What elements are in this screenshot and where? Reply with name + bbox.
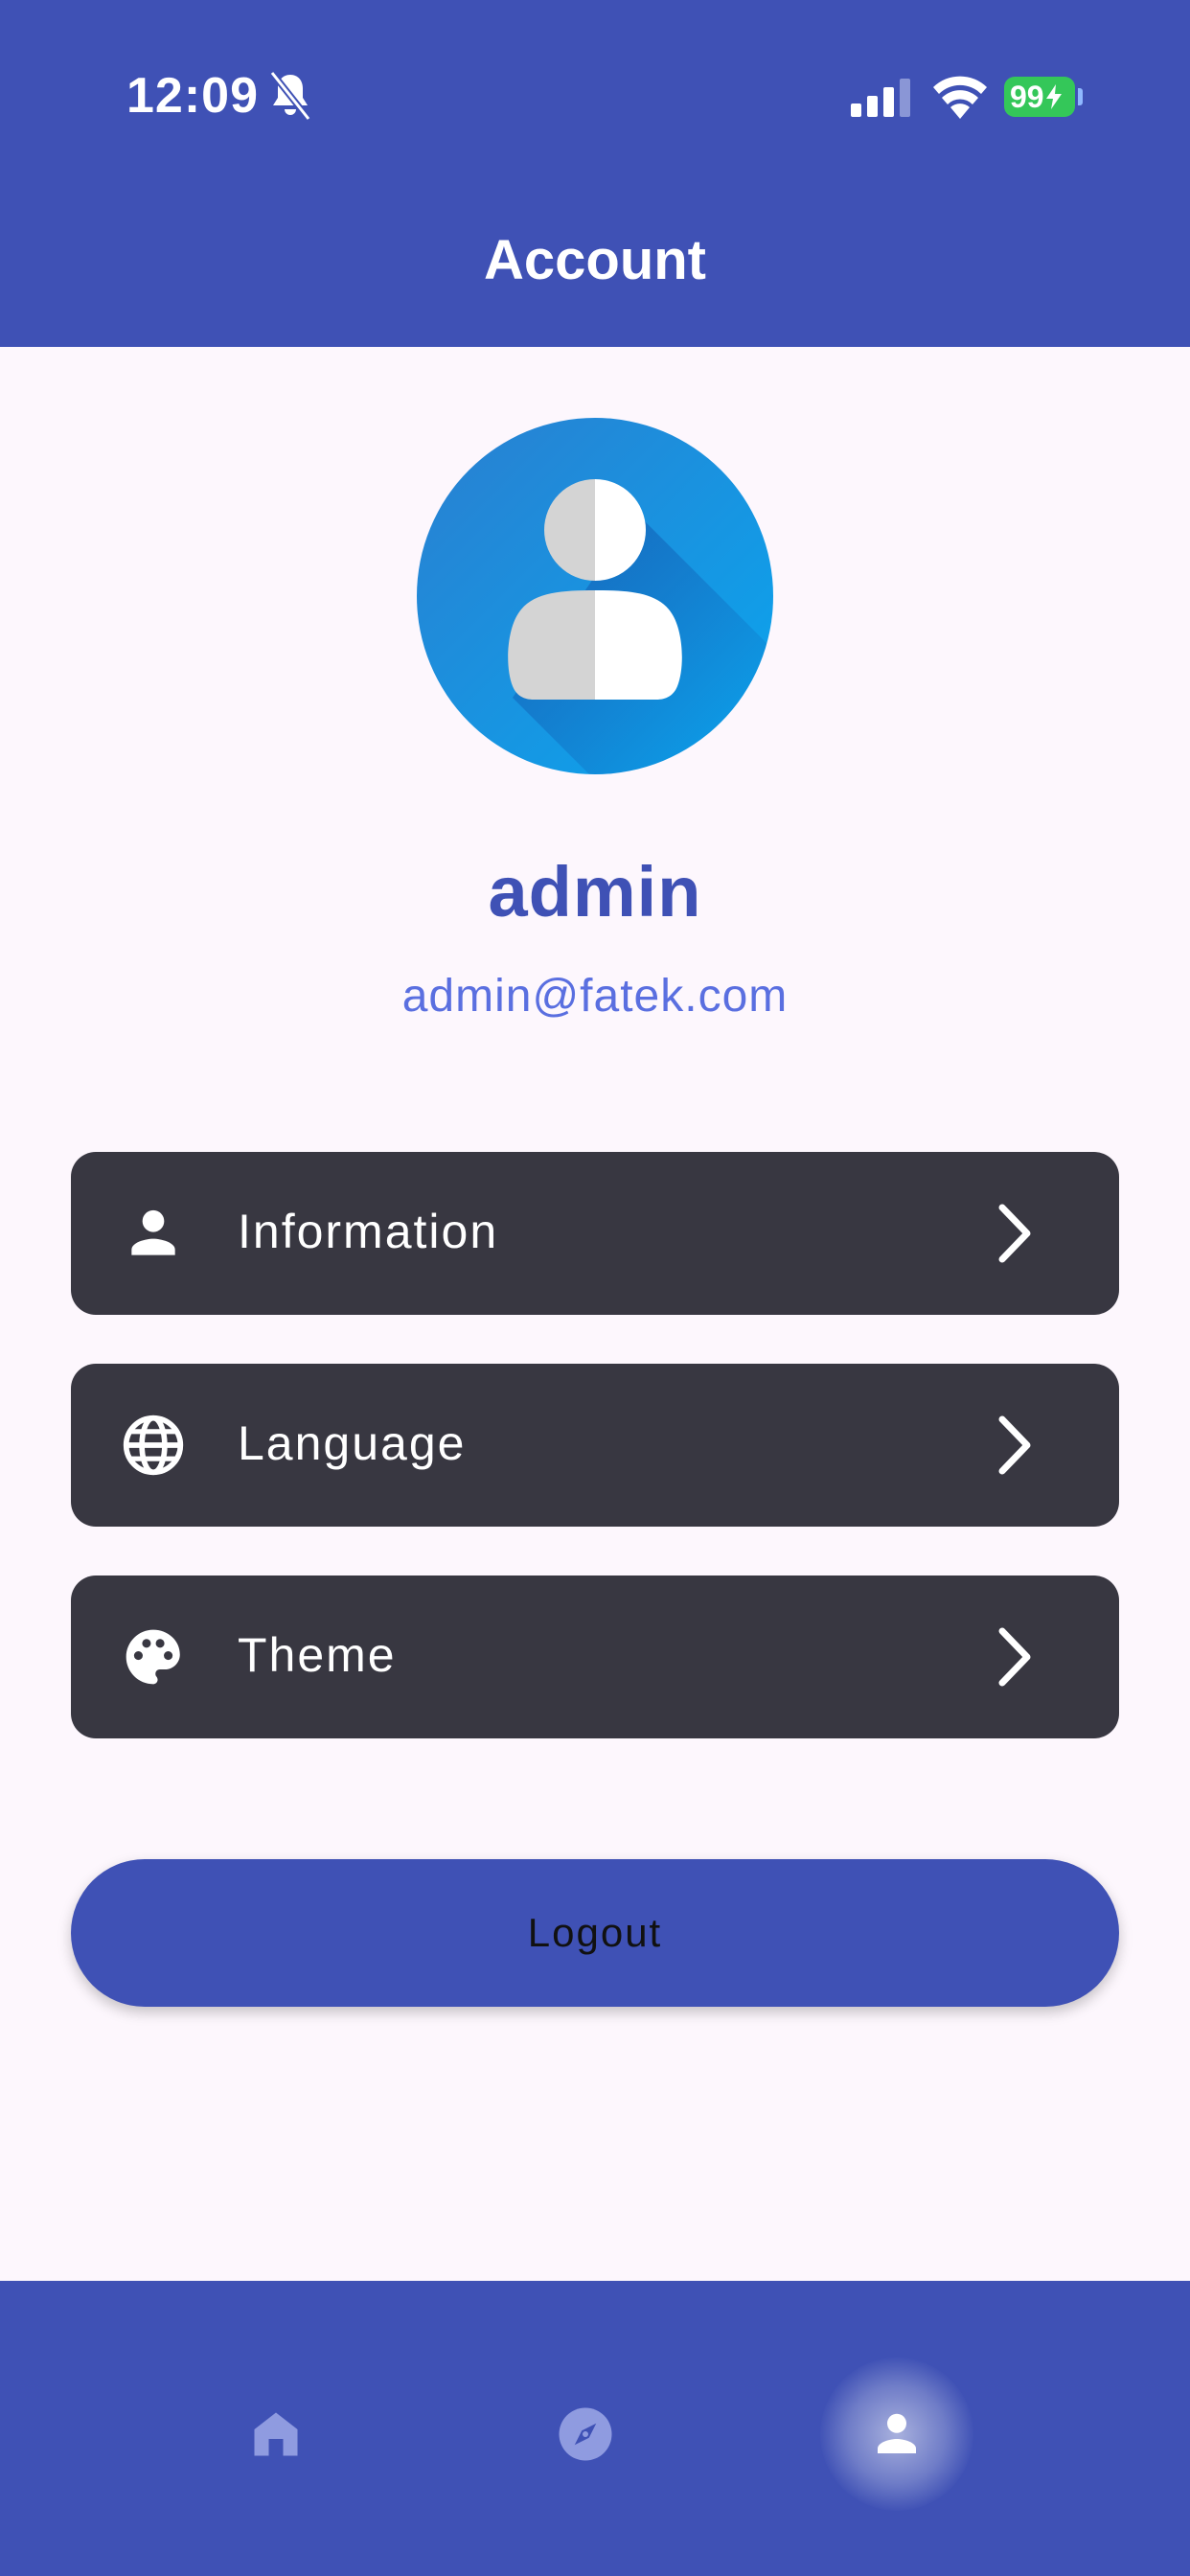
menu-item-information[interactable]: Information — [71, 1152, 1119, 1315]
menu-item-theme[interactable]: Theme — [71, 1576, 1119, 1738]
nav-item-explore[interactable] — [509, 2358, 662, 2511]
nav-item-home[interactable] — [199, 2358, 353, 2511]
profile-email: admin@fatek.com — [401, 971, 789, 1022]
logout-label: Logout — [527, 1910, 663, 1955]
signal-icon — [851, 79, 910, 117]
palette-icon — [126, 1629, 180, 1685]
compass-icon — [559, 2407, 612, 2461]
chevron-right-icon — [998, 1204, 1031, 1263]
profile-name: admin — [488, 852, 702, 932]
logout-button[interactable]: Logout — [71, 1859, 1119, 2007]
battery-level: 99 — [1010, 79, 1044, 114]
status-time: 12:09 — [126, 68, 259, 124]
charging-bolt-icon — [1045, 84, 1062, 109]
globe-icon — [123, 1414, 184, 1476]
home-icon — [254, 2412, 298, 2456]
menu-item-language[interactable]: Language — [71, 1364, 1119, 1527]
nav-item-account[interactable] — [820, 2358, 973, 2511]
bell-muted-icon — [269, 70, 311, 122]
battery-nub — [1078, 88, 1083, 105]
menu-item-label: Information — [238, 1205, 499, 1258]
battery-indicator: 99 — [1004, 77, 1075, 117]
app-header: 12:09 99 Account — [0, 0, 1190, 347]
chevron-right-icon — [998, 1627, 1031, 1687]
page-title: Account — [484, 229, 706, 291]
avatar — [417, 418, 773, 774]
menu-item-label: Theme — [238, 1628, 397, 1682]
person-icon — [131, 1209, 175, 1255]
person-icon — [878, 2413, 916, 2453]
chevron-right-icon — [998, 1415, 1031, 1475]
menu-item-label: Language — [238, 1416, 467, 1470]
wifi-icon — [933, 76, 987, 119]
bottom-nav — [0, 2281, 1190, 2576]
